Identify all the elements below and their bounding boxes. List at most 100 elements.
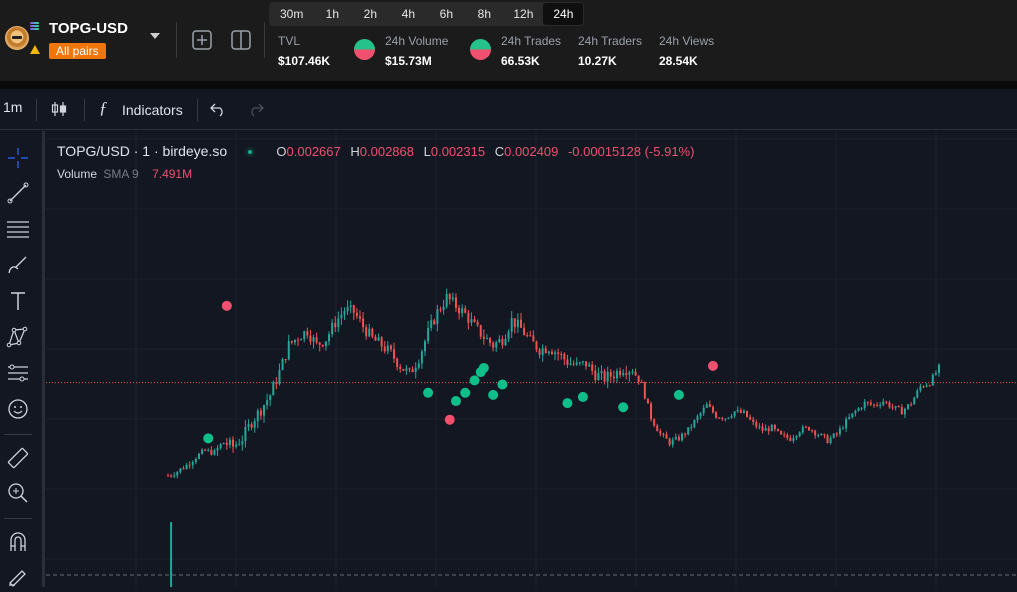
symbol-title[interactable]: TOPG/USD · 1 · birdeye.so (57, 143, 227, 159)
candle-body (671, 439, 674, 445)
candle-body (922, 386, 925, 388)
divider (84, 99, 85, 121)
candle-body (232, 439, 235, 447)
emoji-tool[interactable] (6, 397, 30, 421)
candle-body (662, 433, 665, 435)
tab-8h[interactable]: 8h (465, 3, 503, 25)
sell-marker (444, 414, 455, 425)
candle-body (241, 441, 244, 445)
candle-body (349, 305, 352, 308)
tab-12h[interactable]: 12h (503, 3, 543, 25)
sell-marker (221, 300, 232, 311)
candle-body (492, 342, 495, 348)
text-tool[interactable] (6, 289, 30, 313)
candle-body (650, 403, 653, 420)
candle-body (228, 439, 231, 445)
candle-body (848, 417, 851, 420)
candle-body (210, 449, 213, 455)
split-view-icon (231, 30, 251, 50)
price-chart[interactable] (46, 131, 1017, 587)
candle-body (396, 358, 399, 367)
candle-body (250, 424, 253, 428)
add-pane-button[interactable] (191, 29, 213, 51)
candle-body (903, 408, 906, 415)
tab-2h[interactable]: 2h (351, 3, 389, 25)
pattern-tool[interactable] (6, 325, 30, 349)
tab-4h[interactable]: 4h (389, 3, 427, 25)
stat-value: 10.27K (578, 54, 617, 68)
candle-body (207, 449, 210, 451)
divider (4, 518, 32, 519)
candle-body (702, 407, 705, 414)
tab-24h[interactable]: 24h (543, 3, 584, 25)
fib-tool[interactable] (6, 217, 30, 241)
candle-body (795, 435, 798, 438)
candle-body (780, 430, 783, 435)
candle-body (746, 410, 749, 418)
crosshair-tool[interactable] (6, 146, 30, 170)
candle-body (433, 320, 436, 325)
candle-body (928, 385, 931, 387)
trendline-tool[interactable] (6, 181, 30, 205)
candle-body (653, 419, 656, 426)
candle-body (609, 371, 612, 377)
candle-body (498, 339, 501, 343)
tab-30m[interactable]: 30m (270, 3, 313, 25)
candle-body (866, 401, 869, 403)
candle-body (473, 319, 476, 323)
candle-body (448, 293, 451, 300)
buy-marker (423, 387, 434, 398)
chart-type-button[interactable] (50, 100, 68, 121)
chevron-down-icon[interactable] (150, 33, 160, 39)
measure-tool[interactable] (6, 446, 30, 470)
redo-button[interactable] (247, 100, 265, 121)
candle-body (343, 311, 346, 315)
interval-button[interactable]: 1m (3, 99, 22, 115)
magnet-tool[interactable] (6, 530, 30, 554)
candle-body (854, 410, 857, 414)
candle-body (510, 318, 513, 332)
candle-body (262, 405, 265, 416)
candle-body (523, 327, 526, 336)
candle-body (606, 371, 609, 382)
candle-body (619, 370, 622, 376)
candle-body (424, 341, 426, 352)
candle-body (557, 352, 560, 354)
candle-body (724, 418, 727, 420)
lock-draw-tool[interactable] (6, 563, 30, 587)
candle-body (876, 404, 879, 406)
divider (264, 22, 265, 58)
sell-marker (707, 360, 718, 371)
split-layout-button[interactable] (230, 29, 252, 51)
all-pairs-badge[interactable]: All pairs (49, 43, 106, 59)
candle-body (811, 430, 814, 432)
volume-buy-sell-pie-icon (354, 39, 375, 60)
candle-body (603, 371, 606, 382)
candle-body (591, 364, 594, 371)
candle-body (371, 328, 374, 337)
undo-button[interactable] (209, 100, 227, 121)
candle-body (736, 409, 739, 412)
candle-body (829, 437, 832, 444)
candle-body (297, 339, 300, 341)
volume-value: 7.491M (152, 167, 193, 181)
candle-body (569, 363, 572, 365)
candle-body (439, 309, 442, 311)
candle-body (643, 382, 646, 399)
buy-marker (478, 362, 489, 373)
brush-tool[interactable] (6, 253, 30, 277)
forecast-tool[interactable] (6, 361, 30, 385)
close-key: C (494, 144, 505, 159)
ruler-icon (7, 447, 29, 469)
candle-body (804, 426, 807, 428)
candle-body (374, 336, 377, 341)
buy-marker (673, 389, 684, 400)
pair-title[interactable]: TOPG-USD (49, 20, 128, 37)
tab-1h[interactable]: 1h (313, 3, 351, 25)
zoom-tool[interactable] (6, 481, 30, 505)
candle-body (278, 370, 281, 384)
tab-6h[interactable]: 6h (427, 3, 465, 25)
stat-value: $107.46K (278, 54, 331, 68)
candle-body (266, 400, 269, 406)
indicators-button[interactable]: Indicators (122, 102, 183, 118)
